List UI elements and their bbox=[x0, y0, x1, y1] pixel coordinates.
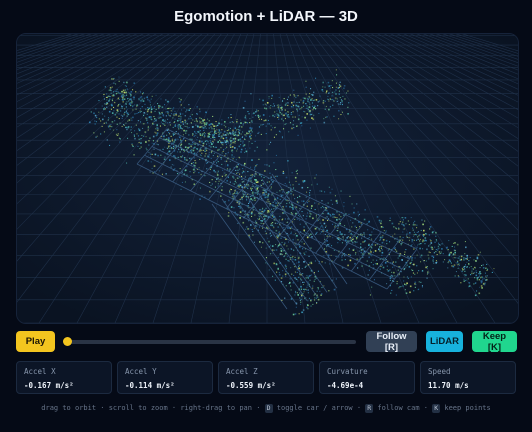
hint-text: follow cam · bbox=[373, 404, 433, 412]
slider-track[interactable] bbox=[64, 340, 356, 344]
stat-accel-y: Accel Y -0.114 m/s² bbox=[117, 361, 213, 394]
stat-accel-z: Accel Z -0.559 m/s² bbox=[218, 361, 314, 394]
lidar-point-cloud-scene[interactable] bbox=[17, 34, 518, 323]
stat-accel-x: Accel X -0.167 m/s² bbox=[16, 361, 112, 394]
stat-label: Speed bbox=[428, 367, 451, 376]
keep-points-button[interactable]: Keep [K] bbox=[472, 331, 517, 353]
lidar-toggle-button[interactable]: LiDAR bbox=[426, 331, 463, 352]
controls-hint: drag to orbit · scroll to zoom · right-d… bbox=[0, 402, 532, 414]
3d-viewport[interactable] bbox=[16, 33, 519, 324]
stat-label: Curvature bbox=[327, 367, 368, 376]
play-button[interactable]: Play bbox=[16, 331, 55, 352]
hint-text: keep points bbox=[440, 404, 491, 412]
playback-controls: Play Follow [R] LiDAR Keep [K] bbox=[16, 331, 517, 353]
telemetry-stats: Accel X -0.167 m/s² Accel Y -0.114 m/s² … bbox=[16, 361, 517, 396]
stat-value: 11.70 m/s bbox=[428, 381, 469, 390]
key-d-badge: D bbox=[264, 404, 273, 413]
stat-value: -4.69e-4 bbox=[327, 381, 364, 390]
stat-label: Accel X bbox=[24, 367, 56, 376]
slider-thumb[interactable] bbox=[63, 337, 72, 346]
stat-label: Accel Z bbox=[226, 367, 258, 376]
key-r-badge: R bbox=[365, 404, 374, 413]
stat-value: -0.167 m/s² bbox=[24, 381, 74, 390]
stat-label: Accel Y bbox=[125, 367, 157, 376]
stat-value: -0.559 m/s² bbox=[226, 381, 276, 390]
timeline-slider[interactable] bbox=[63, 337, 356, 347]
stat-value: -0.114 m/s² bbox=[125, 381, 175, 390]
key-k-badge: K bbox=[432, 404, 441, 413]
hint-text: toggle car / arrow · bbox=[272, 404, 366, 412]
follow-button[interactable]: Follow [R] bbox=[366, 331, 417, 353]
stat-curvature: Curvature -4.69e-4 bbox=[319, 361, 415, 394]
stat-speed: Speed 11.70 m/s bbox=[420, 361, 516, 394]
hint-text: drag to orbit · scroll to zoom · right-d… bbox=[41, 404, 265, 412]
page-title: Egomotion + LiDAR — 3D bbox=[174, 8, 358, 25]
